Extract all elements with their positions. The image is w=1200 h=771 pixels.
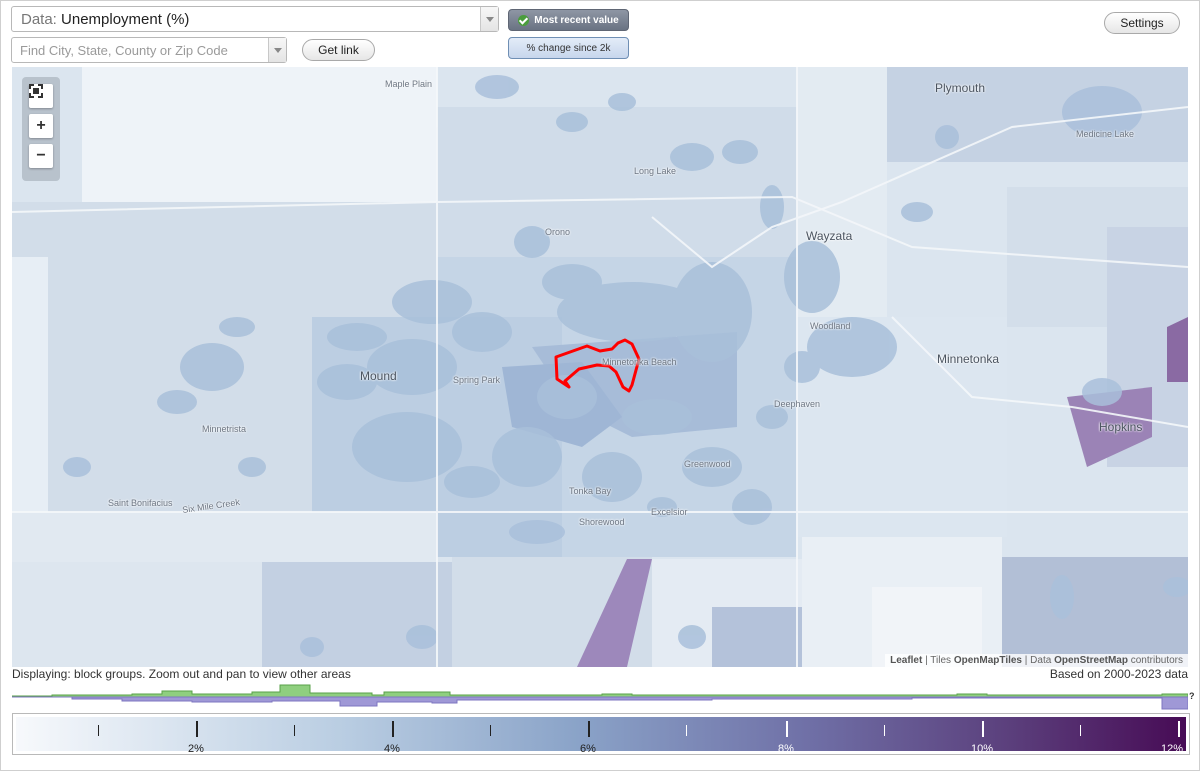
place-label: Excelsior bbox=[651, 507, 688, 517]
place-label: Minnetonka Beach bbox=[602, 357, 677, 367]
openstreetmap-link[interactable]: OpenStreetMap bbox=[1054, 655, 1128, 666]
most-recent-value-toggle[interactable]: Most recent value bbox=[508, 9, 629, 31]
place-label: Tonka Bay bbox=[569, 486, 612, 496]
zoom-in-button[interactable]: + bbox=[29, 114, 53, 138]
place-label: Medicine Lake bbox=[1076, 129, 1135, 139]
place-label: Saint Bonifacius bbox=[108, 498, 173, 508]
legend-tick bbox=[884, 725, 885, 736]
place-label: Spring Park bbox=[453, 375, 501, 385]
place-label: Plymouth bbox=[935, 81, 986, 95]
search-input[interactable] bbox=[20, 41, 260, 59]
color-scale-bar: 2% 4% 6% 8% 10% 12% bbox=[16, 717, 1186, 755]
openmaptiles-link[interactable]: OpenMapTiles bbox=[954, 655, 1022, 666]
legend-tick bbox=[588, 721, 590, 737]
legend-tick bbox=[786, 721, 788, 737]
get-link-button[interactable]: Get link bbox=[302, 39, 375, 61]
place-label: Shorewood bbox=[579, 517, 625, 527]
place-label: Long Lake bbox=[634, 166, 677, 176]
zoom-control: + − bbox=[22, 77, 60, 181]
legend-label: 6% bbox=[580, 743, 596, 755]
display-status: Displaying: block groups. Zoom out and p… bbox=[12, 667, 351, 681]
legend-label: 8% bbox=[778, 743, 794, 755]
place-label: Orono bbox=[545, 227, 571, 237]
fullscreen-button[interactable] bbox=[29, 84, 53, 108]
place-label: Wayzata bbox=[806, 229, 853, 243]
choropleth-map[interactable]: Maple Plain Plymouth Medicine Lake Long … bbox=[12, 67, 1188, 667]
legend-tick bbox=[1178, 721, 1180, 737]
place-label: Woodland bbox=[810, 321, 851, 331]
place-label: Maple Plain bbox=[385, 79, 433, 89]
place-label: Deephaven bbox=[774, 399, 821, 409]
place-label: Minnetrista bbox=[202, 424, 247, 434]
legend-label: 12% bbox=[1160, 743, 1184, 755]
legend-tick bbox=[98, 725, 99, 736]
place-label: Mound bbox=[360, 369, 397, 383]
legend-label: 10% bbox=[970, 743, 994, 755]
data-range-note: Based on 2000-2023 data bbox=[1049, 667, 1188, 681]
legend-label: 2% bbox=[188, 743, 204, 755]
legend-label: 4% bbox=[384, 743, 400, 755]
data-select[interactable]: Data: Unemployment (%) bbox=[11, 6, 499, 32]
legend-tick bbox=[490, 725, 491, 736]
settings-button[interactable]: Settings bbox=[1104, 12, 1180, 34]
legend-tick bbox=[1080, 725, 1081, 736]
zoom-out-button[interactable]: − bbox=[29, 144, 53, 168]
chevron-down-icon[interactable] bbox=[268, 38, 286, 62]
map-tiles bbox=[12, 67, 1188, 667]
distribution-histogram bbox=[12, 684, 1188, 710]
no-data-marker: ? bbox=[1189, 691, 1195, 701]
data-select-label: Data: Unemployment (%) bbox=[21, 11, 190, 28]
legend-tick bbox=[196, 721, 198, 737]
leaflet-link[interactable]: Leaflet bbox=[890, 655, 922, 666]
color-scale-legend: 2% 4% 6% 8% 10% 12% bbox=[12, 713, 1190, 755]
place-label: Hopkins bbox=[1099, 420, 1143, 434]
chevron-down-icon[interactable] bbox=[480, 7, 498, 31]
fullscreen-icon bbox=[29, 84, 43, 98]
place-label: Minnetonka bbox=[937, 352, 1000, 366]
legend-tick bbox=[392, 721, 394, 737]
map-attribution: Leaflet | Tiles OpenMapTiles | Data Open… bbox=[885, 654, 1188, 667]
legend-tick bbox=[294, 725, 295, 736]
place-label: Greenwood bbox=[684, 459, 731, 469]
legend-tick bbox=[982, 721, 984, 737]
location-search[interactable] bbox=[11, 37, 287, 63]
legend-tick bbox=[686, 725, 687, 736]
percent-change-toggle[interactable]: % change since 2k bbox=[508, 37, 629, 59]
check-icon bbox=[518, 14, 530, 26]
